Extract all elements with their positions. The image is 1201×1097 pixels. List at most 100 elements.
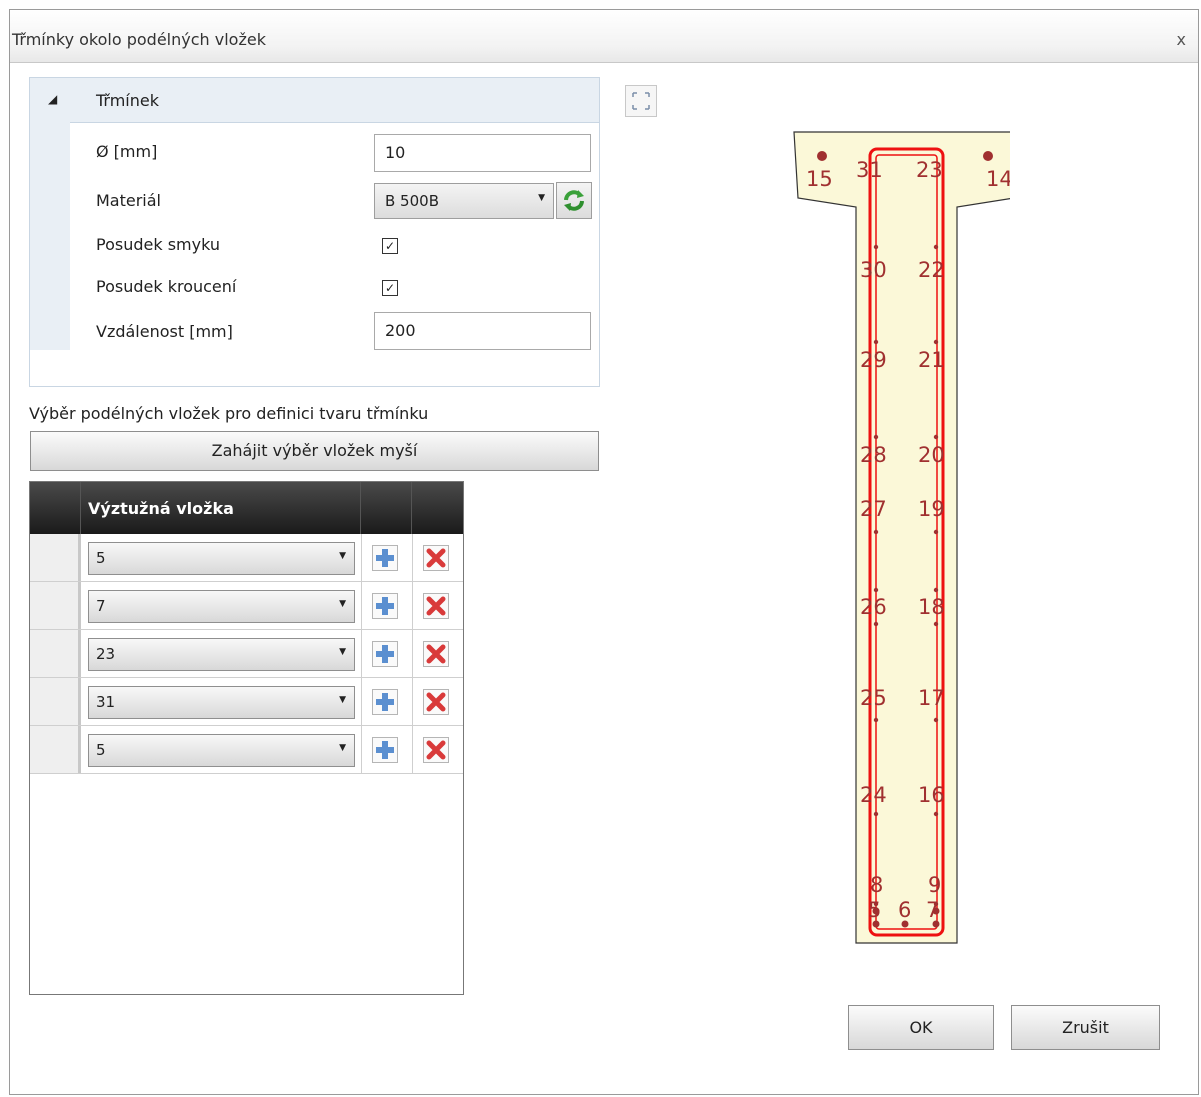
category-header[interactable]: ◢ Třmínek [30, 78, 599, 123]
cancel-button[interactable]: Zrušit [1011, 1005, 1160, 1050]
bar-dot [933, 621, 939, 627]
bar-dot [873, 529, 879, 535]
bar-label: 28 [860, 443, 887, 467]
property-gutter [30, 122, 70, 350]
row-selector[interactable] [30, 726, 81, 773]
category-label: Třmínek [96, 91, 159, 110]
column-header-bar[interactable]: Výztužná vložka [80, 482, 361, 534]
bar-select[interactable]: 5 ▼ [88, 542, 355, 575]
plus-icon [376, 693, 394, 711]
delete-cell [412, 726, 463, 773]
section-outline [793, 131, 1010, 944]
row-selector[interactable] [30, 534, 81, 581]
bar-dot [933, 717, 939, 723]
delete-x-icon [426, 596, 446, 616]
diameter-field[interactable]: 10 [374, 134, 591, 172]
delete-cell [412, 582, 463, 629]
shear-check-label: Posudek smyku [96, 235, 220, 254]
bar-dot [873, 339, 879, 345]
delete-row-button[interactable] [423, 689, 449, 715]
add-row-button[interactable] [372, 689, 398, 715]
delete-x-icon [426, 692, 446, 712]
section-drawing[interactable]: 15 31 23 14 30 22 29 21 28 20 27 19 26 18 25 17 24 16 8 9 5 6… [790, 122, 1010, 952]
material-label: Materiál [96, 191, 161, 210]
delete-cell [412, 678, 463, 725]
chevron-down-icon: ▼ [339, 743, 346, 753]
shear-checkbox[interactable]: ✓ [382, 238, 398, 254]
bar-label: 25 [860, 686, 887, 710]
bar-label: 22 [918, 258, 945, 282]
bar-label: 20 [918, 443, 945, 467]
delete-cell [412, 630, 463, 677]
title-bar: Třmínky okolo podélných vložek x [10, 10, 1198, 63]
material-select[interactable]: B 500B ▼ [374, 183, 554, 219]
close-icon[interactable]: x [1177, 30, 1186, 49]
plus-icon [376, 741, 394, 759]
chevron-down-icon: ▼ [339, 647, 346, 657]
grid-header: Výztužná vložka [30, 482, 463, 534]
header-selector-cell [30, 482, 81, 534]
bar-select[interactable]: 5 ▼ [88, 734, 355, 767]
bar-label: 26 [860, 595, 887, 619]
add-row-button[interactable] [372, 593, 398, 619]
bar-dot [933, 811, 939, 817]
bar-dot [933, 244, 939, 250]
chevron-down-icon: ▼ [538, 193, 545, 203]
bar-label: 14 [986, 167, 1010, 191]
bar-label: 31 [856, 158, 883, 182]
delete-row-button[interactable] [423, 737, 449, 763]
row-selector[interactable] [30, 630, 81, 677]
chevron-down-icon: ▼ [339, 695, 346, 705]
refresh-material-button[interactable] [556, 182, 592, 219]
row-selector[interactable] [30, 678, 81, 725]
table-row: 5 ▼ [30, 726, 463, 774]
torsion-checkbox[interactable]: ✓ [382, 280, 398, 296]
diameter-label: Ø [mm] [96, 142, 158, 161]
bar-label: 8 [870, 873, 883, 897]
bar-dot [933, 587, 939, 593]
add-cell [361, 534, 412, 581]
delete-row-button[interactable] [423, 593, 449, 619]
material-value: B 500B [385, 192, 439, 210]
bar-label: 6 [898, 898, 911, 922]
ok-button[interactable]: OK [848, 1005, 994, 1050]
bar-dot [933, 434, 939, 440]
bar-select[interactable]: 7 ▼ [88, 590, 355, 623]
collapse-triangle-icon[interactable]: ◢ [48, 92, 57, 106]
start-mouse-selection-button[interactable]: Zahájit výběr vložek myší [30, 431, 599, 471]
bar-dot [933, 529, 939, 535]
bar-label: 7 [926, 898, 939, 922]
chevron-down-icon: ▼ [339, 599, 346, 609]
table-row: 23 ▼ [30, 630, 463, 678]
bar-dot [873, 434, 879, 440]
property-panel: ◢ Třmínek Ø [mm] 10 Materiál B 500B ▼ Po… [29, 77, 600, 387]
bar-label: 23 [916, 158, 943, 182]
bar-label: 24 [860, 783, 887, 807]
row-selector[interactable] [30, 582, 81, 629]
add-cell [361, 726, 412, 773]
bar-label: 15 [806, 167, 833, 191]
add-cell [361, 630, 412, 677]
bar-label: 30 [860, 258, 887, 282]
zoom-to-fit-button[interactable] [625, 85, 657, 117]
delete-row-button[interactable] [423, 641, 449, 667]
bar-dot [873, 587, 879, 593]
add-row-button[interactable] [372, 737, 398, 763]
bar-select[interactable]: 31 ▼ [88, 686, 355, 719]
spacing-field[interactable]: 200 [374, 312, 591, 350]
add-row-button[interactable] [372, 545, 398, 571]
bar-select-value: 5 [96, 549, 106, 567]
refresh-icon [564, 190, 584, 211]
delete-row-button[interactable] [423, 545, 449, 571]
delete-x-icon [426, 644, 446, 664]
bar-select[interactable]: 23 ▼ [88, 638, 355, 671]
bar-dot [873, 621, 879, 627]
bar-dot [933, 339, 939, 345]
bar-label: 27 [860, 497, 887, 521]
bar-label: 18 [918, 595, 945, 619]
add-row-button[interactable] [372, 641, 398, 667]
table-row: 7 ▼ [30, 582, 463, 630]
bar-label: 5 [868, 898, 881, 922]
bar-dot [817, 151, 827, 161]
bar-select-value: 7 [96, 597, 106, 615]
